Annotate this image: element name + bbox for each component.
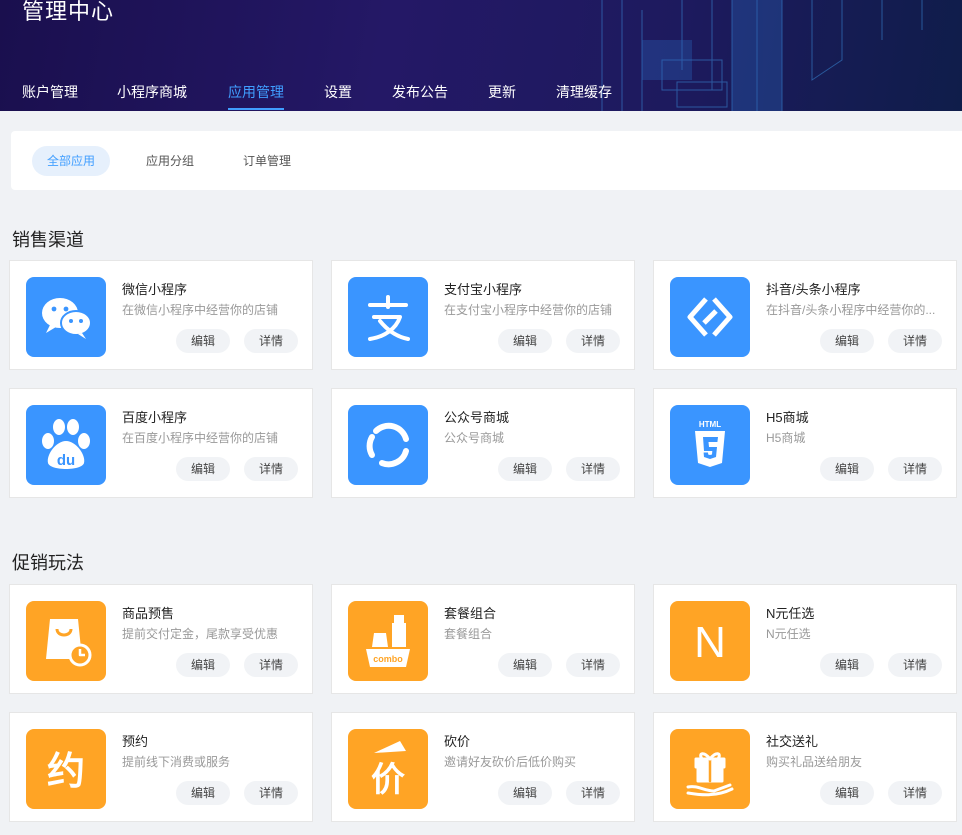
- html5-icon: HTML: [670, 405, 750, 485]
- gift-icon: [670, 729, 750, 809]
- app-desc: 在支付宝小程序中经营你的店铺: [444, 303, 613, 317]
- detail-button[interactable]: 详情: [566, 457, 620, 481]
- app-card-social-gift[interactable]: 社交送礼 购买礼品送给朋友 编辑 详情: [653, 712, 957, 822]
- edit-button[interactable]: 编辑: [176, 457, 230, 481]
- baidu-icon: du: [26, 405, 106, 485]
- detail-button[interactable]: 详情: [244, 329, 298, 353]
- combo-icon: combo: [348, 601, 428, 681]
- app-card-wechat[interactable]: 微信小程序 在微信小程序中经营你的店铺 编辑 详情: [9, 260, 313, 370]
- edit-button[interactable]: 编辑: [176, 653, 230, 677]
- app-desc: 在百度小程序中经营你的店铺: [122, 431, 279, 445]
- app-card-baidu[interactable]: du 百度小程序 在百度小程序中经营你的店铺 编辑 详情: [9, 388, 313, 498]
- detail-button[interactable]: 详情: [244, 653, 298, 677]
- app-card-combo[interactable]: combo 套餐组合 套餐组合 编辑 详情: [331, 584, 635, 694]
- detail-button[interactable]: 详情: [888, 653, 942, 677]
- app-desc: 邀请好友砍价后低价购买: [444, 755, 577, 769]
- detail-button[interactable]: 详情: [566, 653, 620, 677]
- app-card-reservation[interactable]: 约 预约 提前线下消费或服务 编辑 详情: [9, 712, 313, 822]
- nav-settings[interactable]: 设置: [324, 82, 352, 102]
- edit-button[interactable]: 编辑: [820, 781, 874, 805]
- app-name: 抖音/头条小程序: [766, 282, 861, 297]
- nav-mini-store[interactable]: 小程序商城: [117, 82, 187, 102]
- app-card-douyin[interactable]: 抖音/头条小程序 在抖音/头条小程序中经营你的... 编辑 详情: [653, 260, 957, 370]
- app-desc: 套餐组合: [444, 627, 493, 641]
- app-desc: H5商城: [766, 431, 806, 445]
- bargain-icon: 价: [348, 729, 428, 809]
- app-name: 社交送礼: [766, 734, 819, 749]
- app-desc: 提前交付定金，尾款享受优惠: [122, 627, 279, 641]
- detail-button[interactable]: 详情: [244, 781, 298, 805]
- detail-button[interactable]: 详情: [244, 457, 298, 481]
- tab-orders[interactable]: 订单管理: [228, 146, 306, 176]
- header-decoration: [601, 0, 923, 111]
- app-card-h5[interactable]: HTML H5商城 H5商城 编辑 详情: [653, 388, 957, 498]
- app-name: 砍价: [444, 734, 471, 749]
- detail-button[interactable]: 详情: [888, 329, 942, 353]
- section-title-promotions: 促销玩法: [12, 553, 84, 573]
- tab-app-groups[interactable]: 应用分组: [131, 146, 209, 176]
- app-card-official-account[interactable]: 公众号商城 公众号商城 编辑 详情: [331, 388, 635, 498]
- reservation-glyph: 约: [47, 749, 85, 793]
- nav-clear-cache[interactable]: 清理缓存: [556, 82, 612, 102]
- app-name: 百度小程序: [122, 410, 188, 425]
- app-card-n-choice[interactable]: N N元任选 N元任选 编辑 详情: [653, 584, 957, 694]
- combo-label: combo: [373, 654, 403, 664]
- n-choice-glyph: N: [694, 618, 726, 667]
- nav-announcement[interactable]: 发布公告: [392, 82, 448, 102]
- edit-button[interactable]: 编辑: [176, 781, 230, 805]
- n-choice-icon: N: [670, 601, 750, 681]
- wechat-icon: [26, 277, 106, 357]
- app-name: H5商城: [766, 410, 809, 425]
- app-name: 支付宝小程序: [444, 282, 523, 297]
- tab-all-apps[interactable]: 全部应用: [32, 146, 110, 176]
- svg-text:du: du: [57, 452, 75, 469]
- app-name: N元任选: [766, 606, 815, 621]
- nav-active-indicator: [228, 108, 284, 110]
- detail-button[interactable]: 详情: [888, 457, 942, 481]
- edit-button[interactable]: 编辑: [498, 457, 552, 481]
- edit-button[interactable]: 编辑: [498, 653, 552, 677]
- edit-button[interactable]: 编辑: [498, 329, 552, 353]
- edit-button[interactable]: 编辑: [820, 457, 874, 481]
- app-desc: N元任选: [766, 627, 811, 641]
- app-name: 微信小程序: [122, 282, 188, 297]
- app-name: 预约: [122, 734, 149, 749]
- edit-button[interactable]: 编辑: [498, 781, 552, 805]
- nav-app-management[interactable]: 应用管理: [228, 82, 284, 102]
- douyin-icon: [670, 277, 750, 357]
- presale-icon: [26, 601, 106, 681]
- edit-button[interactable]: 编辑: [820, 329, 874, 353]
- app-desc: 购买礼品送给朋友: [766, 755, 863, 769]
- section-title-sales-channels: 销售渠道: [12, 230, 84, 250]
- detail-button[interactable]: 详情: [888, 781, 942, 805]
- app-desc: 在抖音/头条小程序中经营你的...: [766, 303, 936, 317]
- top-header: 管理中心 账户管理 小程序商城 应用管理 设置 发布公告 更新 清理缓存: [0, 0, 962, 111]
- app-desc: 公众号商城: [444, 431, 505, 445]
- official-account-icon: [348, 405, 428, 485]
- reservation-icon: 约: [26, 729, 106, 809]
- app-card-bargain[interactable]: 价 砍价 邀请好友砍价后低价购买 编辑 详情: [331, 712, 635, 822]
- app-name: 商品预售: [122, 606, 175, 621]
- app-name: 公众号商城: [444, 410, 510, 425]
- app-desc: 在微信小程序中经营你的店铺: [122, 303, 279, 317]
- edit-button[interactable]: 编辑: [176, 329, 230, 353]
- alipay-icon: [348, 277, 428, 357]
- html5-label: HTML: [699, 420, 721, 429]
- app-name: 套餐组合: [444, 606, 497, 621]
- bargain-glyph: 价: [371, 760, 405, 800]
- app-card-presale[interactable]: 商品预售 提前交付定金，尾款享受优惠 编辑 详情: [9, 584, 313, 694]
- detail-button[interactable]: 详情: [566, 781, 620, 805]
- page-title: 管理中心: [22, 0, 115, 24]
- app-desc: 提前线下消费或服务: [122, 755, 231, 769]
- edit-button[interactable]: 编辑: [820, 653, 874, 677]
- nav-account[interactable]: 账户管理: [22, 82, 78, 102]
- app-card-alipay[interactable]: 支付宝小程序 在支付宝小程序中经营你的店铺 编辑 详情: [331, 260, 635, 370]
- nav-update[interactable]: 更新: [488, 82, 516, 102]
- detail-button[interactable]: 详情: [566, 329, 620, 353]
- sub-tabs: 全部应用 应用分组 订单管理: [11, 131, 962, 190]
